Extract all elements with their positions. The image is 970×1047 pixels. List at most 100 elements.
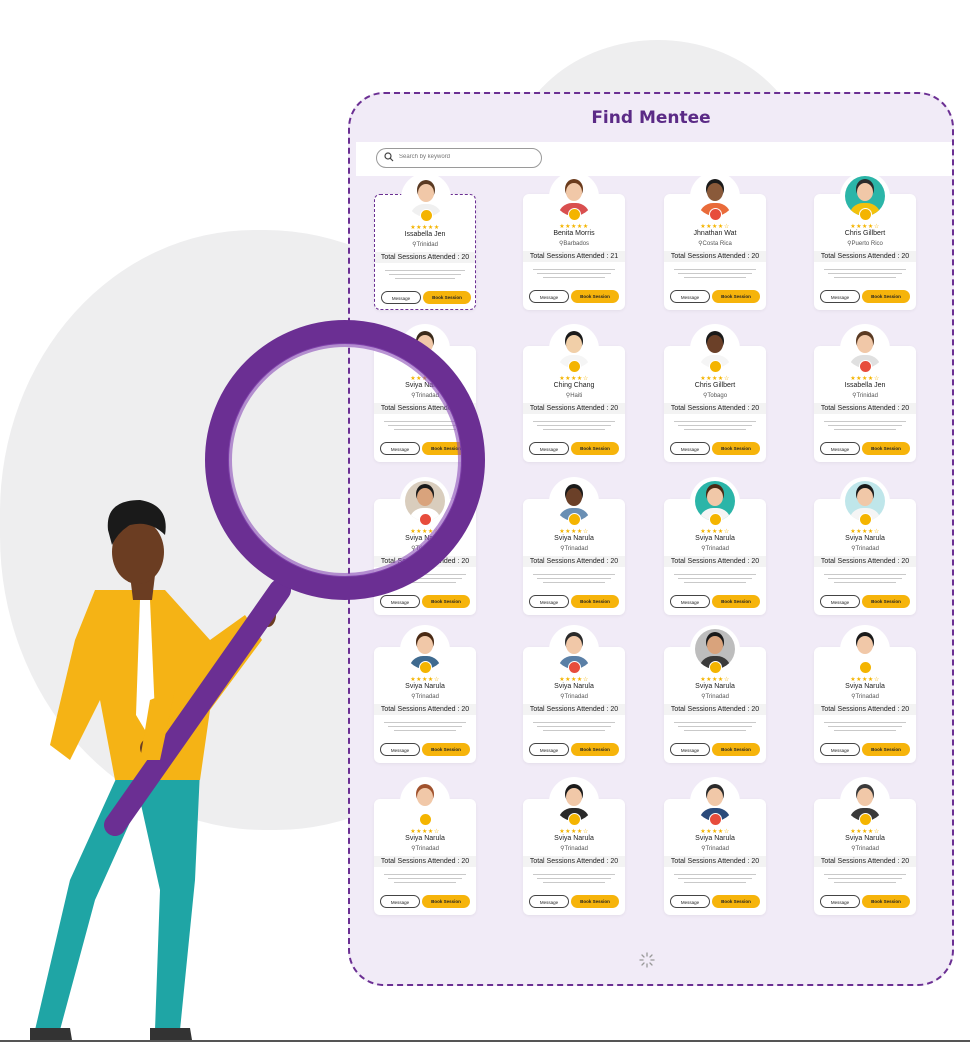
mentee-card[interactable]: ★★★★☆ Sviya Narula ⚲Trinadad Total Sessions…: [664, 625, 766, 763]
mentee-location: ⚲Trinadad: [701, 546, 729, 552]
star-rating: ★★★★☆: [700, 376, 730, 382]
rank-badge-icon: [419, 813, 432, 826]
mentee-card[interactable]: ★★★★☆ Sviya Narula ⚲Trinadad Total Sessions…: [374, 477, 476, 615]
mentee-card[interactable]: ★★★★☆ Sviya Narula ⚲Trinadad Total Sessions…: [664, 477, 766, 615]
avatar: [400, 625, 450, 675]
mentee-card[interactable]: ★★★★☆ Sviya Narula ⚲Trinadad Total Sessions…: [523, 477, 625, 615]
mentee-card[interactable]: ★★★★☆ Sviya Narula ⚲Trinadad Total Sessions…: [523, 625, 625, 763]
mentee-card[interactable]: ★★★★☆ Sviya Narula ⚲Trinadad Total Sessions…: [523, 777, 625, 915]
message-button[interactable]: Message: [820, 595, 860, 608]
mentee-description: [384, 874, 466, 885]
mentee-card[interactable]: ★★★★☆ Sviya Narula ⚲Trinadad Total Sessions…: [664, 777, 766, 915]
message-button[interactable]: Message: [380, 743, 420, 756]
book-session-button[interactable]: Book Session: [712, 743, 760, 756]
message-button[interactable]: Message: [670, 442, 710, 455]
mentee-location: ⚲Trinadad: [701, 846, 729, 852]
mentee-location: ⚲Trinadad: [851, 846, 879, 852]
mentee-card[interactable]: ★★★★☆ Issabella Jen ⚲Trinidad Total Session…: [814, 324, 916, 462]
mentee-card[interactable]: ★★★★☆ Chris Gillbert ⚲Puerto Rico Total Ses…: [814, 172, 916, 310]
book-session-button[interactable]: Book Session: [712, 895, 760, 908]
book-session-button[interactable]: Book Session: [423, 291, 471, 304]
mentee-location: ⚲Trinidad: [852, 393, 878, 399]
avatar: [549, 777, 599, 827]
mentee-name: Benita Morris: [553, 230, 595, 237]
book-session-button[interactable]: Book Session: [862, 895, 910, 908]
book-session-button[interactable]: Book Session: [712, 595, 760, 608]
book-session-button[interactable]: Book Session: [571, 595, 619, 608]
message-button[interactable]: Message: [820, 290, 860, 303]
rank-badge-icon: [709, 813, 722, 826]
mentee-card[interactable]: ★★★★☆ Sviya Narula ⚲Trinadad Total Sessions…: [374, 777, 476, 915]
message-button[interactable]: Message: [529, 595, 569, 608]
book-session-button[interactable]: Book Session: [422, 895, 470, 908]
message-button[interactable]: Message: [529, 743, 569, 756]
search-field[interactable]: [376, 148, 542, 168]
book-session-button[interactable]: Book Session: [571, 895, 619, 908]
mentee-description: [824, 421, 906, 432]
book-session-button[interactable]: Book Session: [422, 743, 470, 756]
book-session-button[interactable]: Book Session: [422, 595, 470, 608]
rank-badge-icon: [709, 208, 722, 221]
mentee-card[interactable]: ★★★★☆ Sviya Narula ⚲Trinadad Total Sessions…: [814, 477, 916, 615]
mentee-description: [385, 270, 465, 281]
book-session-button[interactable]: Book Session: [571, 442, 619, 455]
book-session-button[interactable]: Book Session: [422, 442, 470, 455]
star-rating: ★★★★☆: [850, 829, 880, 835]
sessions-count: Total Sessions Attended : 20: [374, 556, 476, 567]
message-button[interactable]: Message: [670, 290, 710, 303]
mentee-description: [533, 874, 615, 885]
sessions-count: Total Sessions Attended : 20: [664, 704, 766, 715]
rank-badge-icon: [419, 513, 432, 526]
avatar: [549, 625, 599, 675]
message-button[interactable]: Message: [529, 290, 569, 303]
mentee-location: ⚲Trinadad: [411, 846, 439, 852]
message-button[interactable]: Message: [670, 895, 710, 908]
mentee-card[interactable]: ★★★★☆ Sviya Narula ⚲Trinadad Total Sessions…: [814, 777, 916, 915]
mentee-name: Jhnathan Wat: [693, 230, 737, 237]
book-session-button[interactable]: Book Session: [571, 290, 619, 303]
book-session-button[interactable]: Book Session: [712, 290, 760, 303]
mentee-description: [384, 574, 466, 585]
avatar: [690, 625, 740, 675]
book-session-button[interactable]: Book Session: [712, 442, 760, 455]
message-button[interactable]: Message: [380, 595, 420, 608]
message-button[interactable]: Message: [820, 743, 860, 756]
message-button[interactable]: Message: [820, 442, 860, 455]
rank-badge-icon: [709, 661, 722, 674]
mentee-card[interactable]: ★★★★☆ Sviya Narula ⚲Trinadad Total Sessions…: [374, 625, 476, 763]
mentee-card[interactable]: ★★★★☆ Ching Chang ⚲Haiti Total Sessions Att…: [523, 324, 625, 462]
star-rating: ★★★★☆: [410, 529, 440, 535]
book-session-button[interactable]: Book Session: [862, 743, 910, 756]
message-button[interactable]: Message: [380, 442, 420, 455]
search-icon: [384, 152, 394, 162]
mentee-card[interactable]: ★★★★★ Benita Morris ⚲Barbados Total Session…: [523, 172, 625, 310]
mentee-card[interactable]: ★★★★☆ Sviya Narula ⚲Trinadad Total Sessions…: [814, 625, 916, 763]
message-button[interactable]: Message: [381, 291, 421, 304]
rank-badge-icon: [568, 661, 581, 674]
message-button[interactable]: Message: [670, 595, 710, 608]
star-rating: ★★★★☆: [700, 677, 730, 683]
message-button[interactable]: Message: [380, 895, 420, 908]
search-input[interactable]: [399, 150, 533, 164]
message-button[interactable]: Message: [529, 442, 569, 455]
book-session-button[interactable]: Book Session: [571, 743, 619, 756]
star-rating: ★★★★☆: [559, 677, 589, 683]
mentee-card[interactable]: ★★★★★ Issabella Jen ⚲Trinidad Total Session…: [374, 173, 476, 310]
message-button[interactable]: Message: [670, 743, 710, 756]
message-button[interactable]: Message: [529, 895, 569, 908]
avatar: [549, 324, 599, 374]
rank-badge-icon: [859, 813, 872, 826]
mentee-card[interactable]: ★★★★☆ Sviya Narula ⚲Trinadad Total Sessions…: [374, 324, 476, 462]
book-session-button[interactable]: Book Session: [862, 290, 910, 303]
sessions-count: Total Sessions Attended : 20: [664, 251, 766, 262]
mentee-name: Sviya Narula: [695, 535, 735, 542]
mentee-description: [824, 269, 906, 280]
mentee-card[interactable]: ★★★★☆ Jhnathan Wat ⚲Costa Rica Total Sessio…: [664, 172, 766, 310]
message-button[interactable]: Message: [820, 895, 860, 908]
book-session-button[interactable]: Book Session: [862, 595, 910, 608]
mentee-card[interactable]: ★★★★☆ Chris Gillbert ⚲Tobago Total Sessions…: [664, 324, 766, 462]
star-rating: ★★★★☆: [559, 376, 589, 382]
book-session-button[interactable]: Book Session: [862, 442, 910, 455]
sessions-count: Total Sessions Attended : 20: [814, 704, 916, 715]
sessions-count: Total Sessions Attended : 20: [814, 556, 916, 567]
